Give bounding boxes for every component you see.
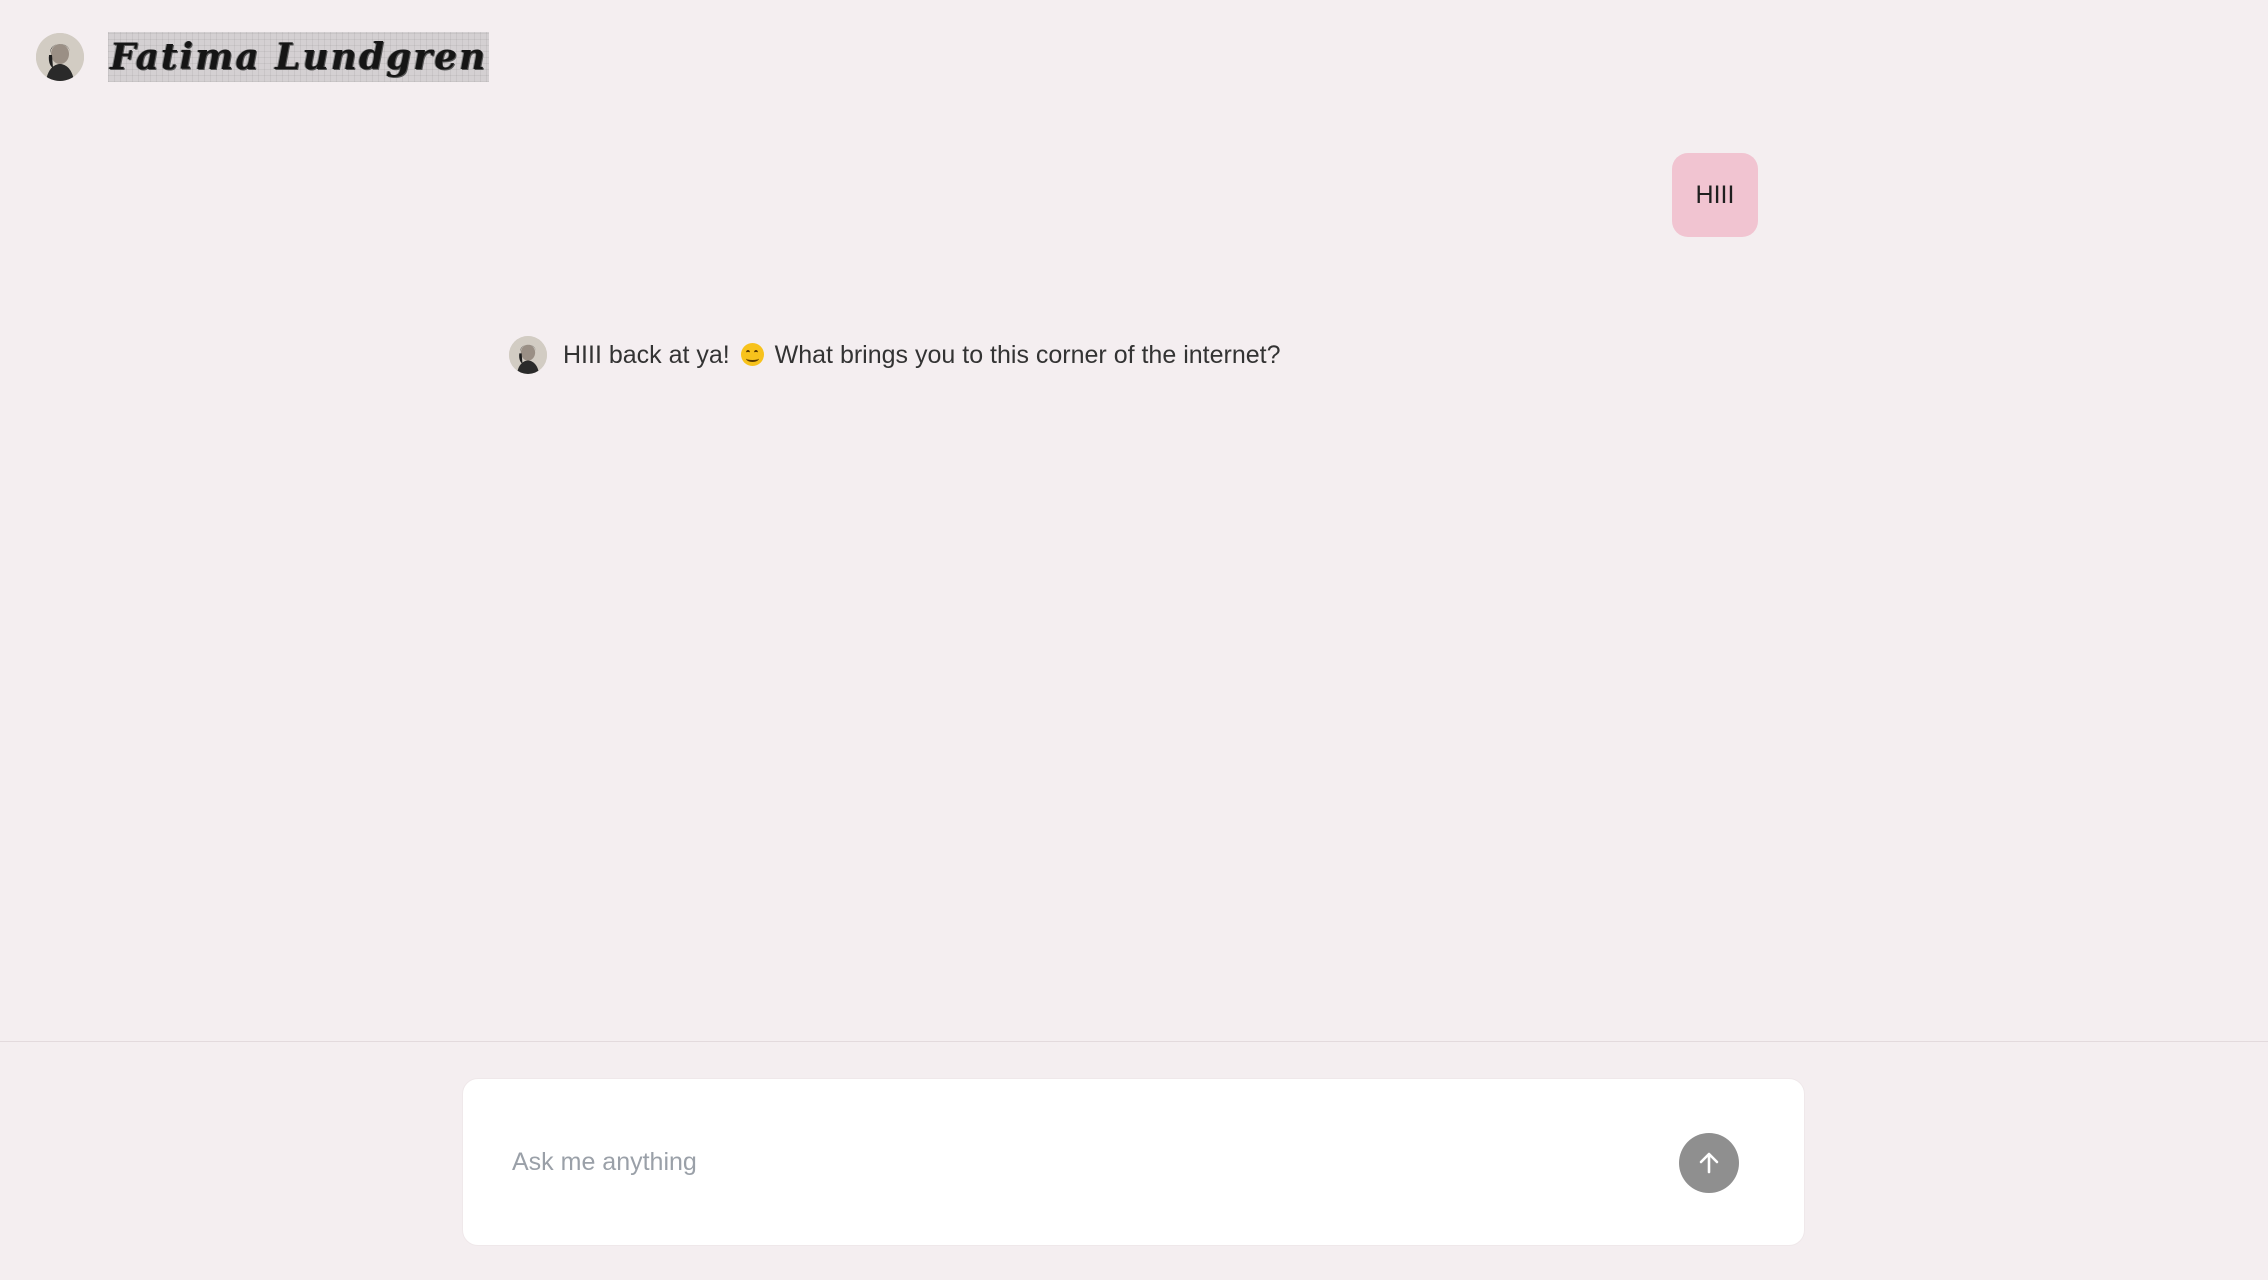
avatar-photo-icon bbox=[36, 33, 84, 81]
divider bbox=[0, 1041, 2268, 1042]
assistant-text-part-1: HIII back at ya! bbox=[563, 340, 730, 369]
assistant-text-part-2: What brings you to this corner of the in… bbox=[774, 340, 1281, 369]
chat-app: Fatima Lundgren HIII HIII back at ya! Wh… bbox=[0, 0, 2268, 1280]
user-message-bubble: HIII bbox=[1672, 153, 1758, 237]
header: Fatima Lundgren bbox=[36, 32, 489, 82]
assistant-message: HIII back at ya! What brings you to this… bbox=[509, 336, 1280, 374]
user-message-text: HIII bbox=[1695, 180, 1735, 209]
assistant-avatar bbox=[509, 336, 547, 374]
profile-avatar[interactable] bbox=[36, 33, 84, 81]
brand-title: Fatima Lundgren bbox=[108, 32, 489, 82]
chat-input[interactable] bbox=[510, 1141, 1664, 1183]
avatar-photo-icon bbox=[509, 336, 547, 374]
send-button[interactable] bbox=[1679, 1133, 1739, 1193]
assistant-message-text: HIII back at ya! What brings you to this… bbox=[563, 341, 1280, 370]
composer bbox=[462, 1078, 1805, 1246]
smiling-face-emoji-icon bbox=[740, 342, 764, 366]
arrow-up-icon bbox=[1699, 1152, 1719, 1174]
brand-title-text: Fatima Lundgren bbox=[110, 36, 488, 78]
